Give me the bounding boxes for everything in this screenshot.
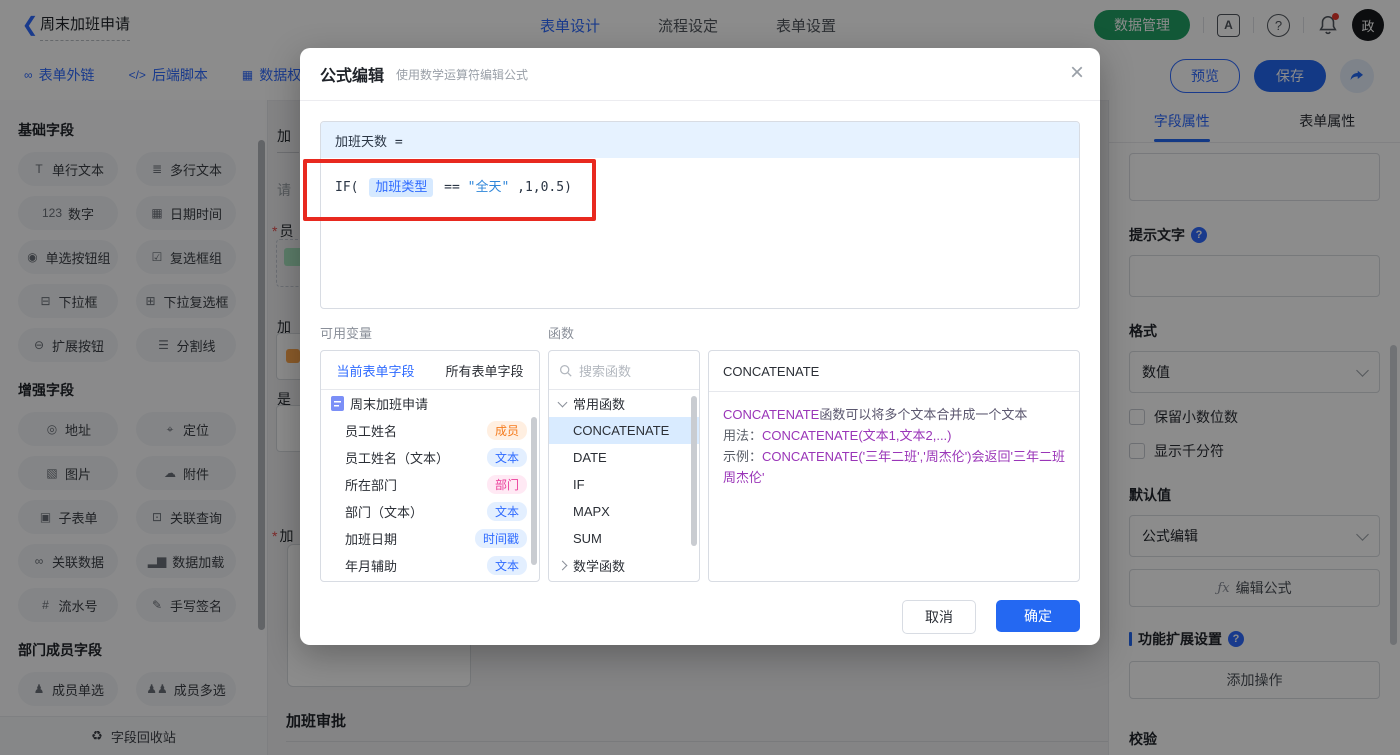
function-group-label: 常用函数 bbox=[573, 397, 626, 412]
variable-row[interactable]: 所在部门 部门 bbox=[321, 471, 539, 498]
variable-list: 员工姓名 成员 员工姓名（文本） 文本 所在部门 部门 部门（文本） 文本 加班… bbox=[321, 417, 539, 579]
panels: 当前表单字段 所有表单字段 周末加班申请 员工姓名 成员 员工姓名（文本） 文本… bbox=[320, 350, 1080, 582]
modal-footer: 取消 确定 bbox=[320, 600, 1080, 634]
app-screen: ❮ 周末加班申请 表单设计 流程设定 表单设置 数据管理 A ? 政 ∞ 表单外… bbox=[0, 0, 1400, 755]
function-item[interactable]: MAPX bbox=[549, 498, 699, 525]
doc-example: 示例：CONCATENATE('三年二班','周杰伦')会返回'三年二班周杰伦' bbox=[723, 449, 1065, 485]
variables-scrollbar[interactable] bbox=[531, 417, 537, 565]
function-doc-body: CONCATENATE函数可以将多个文本合并成一个文本 用法：CONCATENA… bbox=[709, 392, 1079, 500]
doc-usage: 用法：CONCATENATE(文本1,文本2,...) bbox=[723, 428, 952, 443]
formula-expression[interactable]: IF( 加班类型 == "全天" ,1,0.5) bbox=[321, 158, 1079, 213]
formula-editor-modal: 公式编辑 使用数学运算符编辑公式 × 加班天数 = IF( 加班类型 == "全… bbox=[300, 48, 1100, 645]
variable-name: 年月辅助 bbox=[345, 559, 398, 574]
function-doc-panel: CONCATENATE CONCATENATE函数可以将多个文本合并成一个文本 … bbox=[708, 350, 1080, 582]
modal-body: 加班天数 = IF( 加班类型 == "全天" ,1,0.5) 可用变量 函数 … bbox=[300, 101, 1100, 634]
variables-tab[interactable]: 所有表单字段 bbox=[430, 351, 539, 389]
panel-labels: 可用变量 函数 bbox=[320, 323, 1080, 342]
functions-panel: 搜索函数 常用函数 CONCATENATE DATE IF MAPX SUM 数… bbox=[548, 350, 700, 582]
formula-editor[interactable]: 加班天数 = IF( 加班类型 == "全天" ,1,0.5) bbox=[320, 121, 1080, 309]
variable-row[interactable]: 员工姓名（文本） 文本 bbox=[321, 444, 539, 471]
variable-name: 员工姓名 bbox=[345, 424, 398, 439]
caret-down-icon bbox=[557, 397, 568, 407]
variable-name: 所在部门 bbox=[345, 478, 398, 493]
variables-label: 可用变量 bbox=[320, 326, 373, 341]
function-group-row[interactable]: 数学函数 bbox=[549, 552, 699, 579]
variables-tabs: 当前表单字段 所有表单字段 bbox=[321, 351, 539, 390]
variable-row[interactable]: 加班日期 时间戳 bbox=[321, 525, 539, 552]
search-placeholder: 搜索函数 bbox=[579, 363, 632, 379]
formula-suffix: ,1,0.5) bbox=[517, 180, 572, 195]
modal-subtitle: 使用数学运算符编辑公式 bbox=[396, 67, 529, 82]
form-root-row[interactable]: 周末加班申请 bbox=[321, 390, 539, 417]
function-group-row[interactable]: 文本函数 bbox=[549, 579, 699, 581]
variable-type-badge: 部门 bbox=[486, 475, 527, 494]
modal-header: 公式编辑 使用数学运算符编辑公式 × bbox=[300, 48, 1100, 101]
function-item[interactable]: CONCATENATE bbox=[549, 417, 699, 444]
variable-row[interactable]: 员工姓名 成员 bbox=[321, 417, 539, 444]
formula-prefix: IF( bbox=[335, 180, 359, 195]
close-icon[interactable]: × bbox=[1070, 59, 1084, 87]
variable-row[interactable]: 年月辅助 文本 bbox=[321, 552, 539, 579]
doc-description: CONCATENATE函数可以将多个文本合并成一个文本 bbox=[723, 407, 1028, 422]
form-icon bbox=[331, 396, 344, 411]
functions-label: 函数 bbox=[548, 326, 575, 341]
function-groups-collapsed: 数学函数 文本函数 bbox=[549, 552, 699, 581]
variable-type-badge: 文本 bbox=[486, 448, 527, 467]
function-item[interactable]: SUM bbox=[549, 525, 699, 552]
variable-name: 加班日期 bbox=[345, 532, 398, 547]
cancel-button[interactable]: 取消 bbox=[902, 600, 976, 634]
formula-field-chip[interactable]: 加班类型 bbox=[369, 178, 434, 197]
functions-scrollbar[interactable] bbox=[691, 396, 697, 546]
confirm-button[interactable]: 确定 bbox=[996, 600, 1080, 632]
variable-type-badge: 时间戳 bbox=[474, 529, 527, 548]
function-search[interactable]: 搜索函数 bbox=[549, 351, 699, 390]
variable-type-badge: 文本 bbox=[486, 502, 527, 521]
variable-type-badge: 成员 bbox=[486, 421, 527, 440]
form-name: 周末加班申请 bbox=[350, 397, 429, 412]
formula-operator: == bbox=[444, 180, 460, 195]
function-group-label: 数学函数 bbox=[573, 559, 626, 574]
function-doc-title: CONCATENATE bbox=[709, 351, 1079, 392]
variables-tab[interactable]: 当前表单字段 bbox=[321, 351, 430, 389]
variable-type-badge: 文本 bbox=[486, 556, 527, 575]
caret-right-icon bbox=[557, 560, 568, 571]
formula-target: 加班天数 = bbox=[321, 122, 1079, 158]
variable-name: 部门（文本） bbox=[345, 505, 424, 520]
function-group-row[interactable]: 常用函数 bbox=[549, 390, 699, 417]
function-item[interactable]: DATE bbox=[549, 444, 699, 471]
formula-string: "全天" bbox=[467, 180, 510, 195]
variable-name: 员工姓名（文本） bbox=[345, 451, 450, 466]
function-list: CONCATENATE DATE IF MAPX SUM bbox=[549, 417, 699, 552]
function-item[interactable]: IF bbox=[549, 471, 699, 498]
variables-panel: 当前表单字段 所有表单字段 周末加班申请 员工姓名 成员 员工姓名（文本） 文本… bbox=[320, 350, 540, 582]
variable-row[interactable]: 部门（文本） 文本 bbox=[321, 498, 539, 525]
modal-title: 公式编辑 bbox=[320, 68, 385, 85]
search-icon bbox=[559, 364, 572, 377]
